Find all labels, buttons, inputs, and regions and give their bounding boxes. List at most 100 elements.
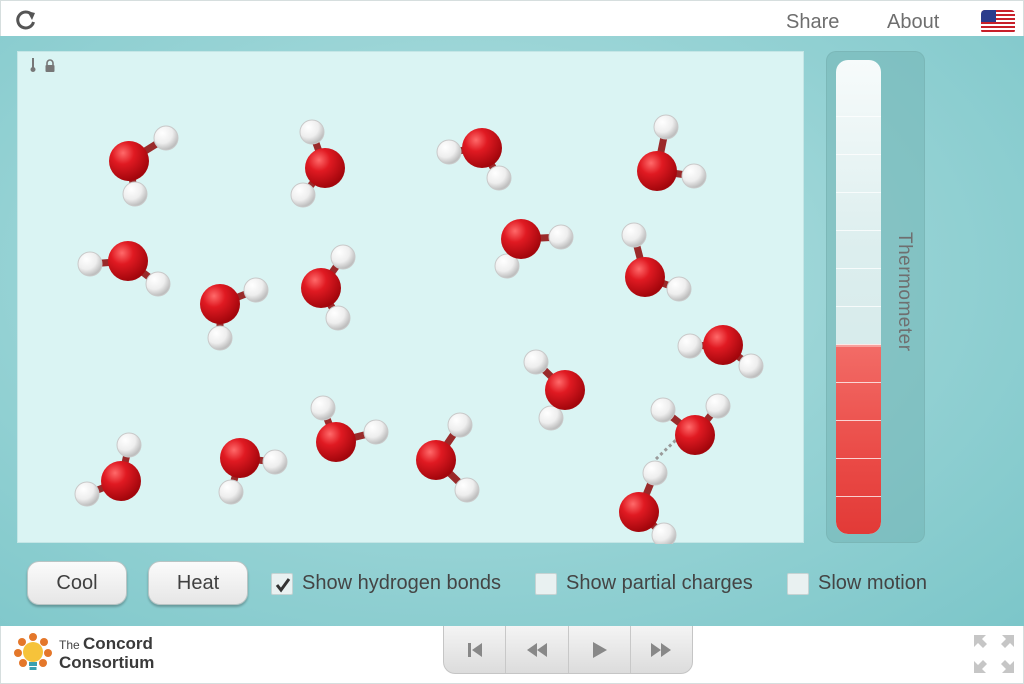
water-molecule[interactable] xyxy=(619,460,677,544)
fast-forward-icon xyxy=(651,642,672,657)
fullscreen-icon[interactable] xyxy=(973,634,1015,674)
water-molecule[interactable] xyxy=(218,438,288,505)
thermometer-panel: Thermometer xyxy=(826,51,925,543)
water-molecule[interactable] xyxy=(416,412,480,503)
thermometer-tick xyxy=(836,420,881,421)
hydrogen-atom xyxy=(454,477,480,503)
concord-consortium-logo[interactable]: The Concord Consortium xyxy=(13,630,154,676)
show-partial-charges-checkbox[interactable]: Show partial charges xyxy=(535,572,753,595)
water-molecule[interactable] xyxy=(523,349,585,431)
water-molecule[interactable] xyxy=(621,222,692,302)
bottom-bar: The Concord Consortium xyxy=(0,626,1024,684)
reload-icon[interactable] xyxy=(15,9,37,31)
slow-motion-checkbox[interactable]: Slow motion xyxy=(787,572,927,595)
hydrogen-atom xyxy=(651,522,677,544)
oxygen-atom xyxy=(416,440,456,480)
about-link[interactable]: About xyxy=(887,11,939,34)
checkbox-label: Slow motion xyxy=(818,572,927,594)
thermometer-tick xyxy=(836,458,881,459)
hydrogen-atom xyxy=(653,114,679,140)
reset-button[interactable] xyxy=(444,626,507,673)
hydrogen-atom xyxy=(677,333,703,359)
water-molecule[interactable] xyxy=(301,244,356,331)
hydrogen-atom xyxy=(642,460,668,486)
rewind-icon xyxy=(526,642,547,657)
checkmark-icon xyxy=(275,577,291,592)
checkbox-box[interactable] xyxy=(787,572,809,595)
hydrogen-atom xyxy=(145,271,171,297)
oxygen-atom xyxy=(305,148,345,188)
thermometer-tick xyxy=(836,230,881,231)
hydrogen-atom xyxy=(299,119,325,145)
hydrogen-atom xyxy=(122,181,148,207)
share-link[interactable]: Share xyxy=(786,11,839,34)
thermometer-tube xyxy=(836,60,881,534)
hydrogen-atom xyxy=(330,244,356,270)
heat-button[interactable]: Heat xyxy=(148,561,248,605)
hydrogen-atom xyxy=(243,277,269,303)
logo-the: The xyxy=(59,638,80,652)
hydrogen-bond-line xyxy=(654,436,680,461)
checkbox-box[interactable] xyxy=(535,572,557,595)
checkbox-box[interactable] xyxy=(271,572,293,595)
hydrogen-atom xyxy=(116,432,142,458)
hydrogen-atom xyxy=(325,305,351,331)
oxygen-atom xyxy=(109,141,149,181)
fast-forward-button[interactable] xyxy=(631,626,692,673)
concord-consortium-logo-icon xyxy=(14,633,52,670)
hydrogen-atom xyxy=(548,224,574,250)
logo-text: The Concord Consortium xyxy=(59,635,154,671)
hydrogen-atom xyxy=(705,393,731,419)
water-molecule[interactable] xyxy=(77,241,171,297)
thermometer-tick xyxy=(836,116,881,117)
hydrogen-atom xyxy=(738,353,764,379)
water-molecule[interactable] xyxy=(650,393,731,455)
thermometer-tick xyxy=(836,192,881,193)
oxygen-atom xyxy=(301,268,341,308)
hydrogen-atom xyxy=(650,397,676,423)
water-molecule[interactable] xyxy=(494,219,574,279)
logo-consortium: Consortium xyxy=(59,653,155,672)
water-molecule[interactable] xyxy=(436,128,512,191)
hydrogen-atom xyxy=(363,419,389,445)
water-molecule[interactable] xyxy=(290,119,345,208)
thermometer-tick xyxy=(836,344,881,345)
oxygen-atom xyxy=(619,492,659,532)
hydrogen-atom xyxy=(538,405,564,431)
water-molecule[interactable] xyxy=(310,395,389,462)
oxygen-atom xyxy=(545,370,585,410)
oxygen-atom xyxy=(200,284,240,324)
hydrogen-atom xyxy=(436,139,462,165)
hydrogen-atom xyxy=(262,449,288,475)
hydrogen-atom xyxy=(290,182,316,208)
show-hydrogen-bonds-checkbox[interactable]: Show hydrogen bonds xyxy=(271,572,501,595)
thermometer-tick xyxy=(836,268,881,269)
checkbox-label: Show partial charges xyxy=(566,572,753,594)
checkbox-label: Show hydrogen bonds xyxy=(302,572,502,594)
thermometer-label: Thermometer xyxy=(894,232,915,352)
logo-concord: Concord xyxy=(83,634,153,653)
playback-controls xyxy=(443,626,693,674)
molecules-layer xyxy=(74,114,764,544)
thermometer-tick xyxy=(836,306,881,307)
play-button[interactable] xyxy=(569,626,631,673)
water-molecule[interactable] xyxy=(637,114,707,191)
water-molecule[interactable] xyxy=(109,125,179,207)
oxygen-atom xyxy=(675,415,715,455)
top-bar: Share About xyxy=(0,0,1024,36)
rewind-button[interactable] xyxy=(506,626,569,673)
oxygen-atom xyxy=(501,219,541,259)
water-molecule[interactable] xyxy=(200,277,269,351)
simulation-stage: Thermometer Cool Heat Show hydrogen bond… xyxy=(0,36,1024,626)
hydrogen-atom xyxy=(486,165,512,191)
hydrogen-atom xyxy=(523,349,549,375)
hydrogen-atom xyxy=(447,412,473,438)
cool-button[interactable]: Cool xyxy=(27,561,127,605)
water-molecule[interactable] xyxy=(74,432,142,507)
play-icon xyxy=(593,641,608,658)
water-molecule[interactable] xyxy=(677,325,764,379)
hydrogen-atom xyxy=(681,163,707,189)
hydrogen-atom xyxy=(310,395,336,421)
us-flag-icon[interactable] xyxy=(981,10,1015,34)
molecule-view[interactable] xyxy=(17,51,804,544)
